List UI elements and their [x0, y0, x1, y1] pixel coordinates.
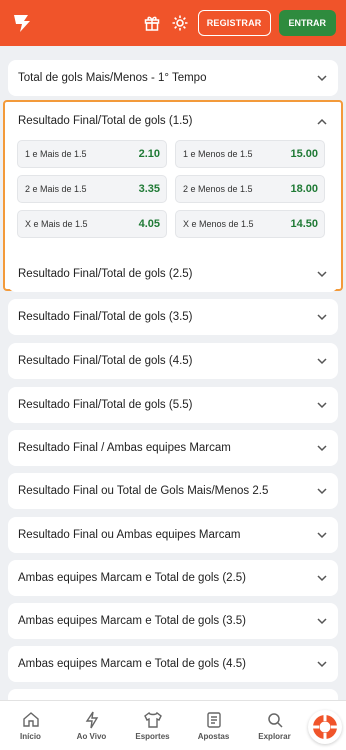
- nav-label: Esportes: [135, 731, 170, 741]
- odds-value: 15.00: [290, 148, 318, 160]
- chevron-down-icon: [316, 355, 328, 367]
- market-title: Ambas equipes Marcam e Total de gols (3.…: [18, 615, 246, 627]
- chevron-down-icon: [316, 615, 328, 627]
- chevron-down-icon: [316, 399, 328, 411]
- market-row-partial[interactable]: [8, 689, 338, 700]
- nav-label: Explorar: [258, 731, 291, 741]
- market-row[interactable]: Resultado Final/Total de gols (2.5): [8, 256, 338, 292]
- chevron-down-icon: [316, 311, 328, 323]
- help-icon[interactable]: [308, 710, 342, 744]
- market-row[interactable]: Ambas equipes Marcam e Total de gols (3.…: [8, 603, 338, 639]
- market-row[interactable]: Resultado Final/Total de gols (5.5): [8, 387, 338, 423]
- odds-grid: 1 e Mais de 1.5 2.10 1 e Menos de 1.5 15.0…: [5, 140, 341, 238]
- nav-label: Início: [20, 731, 41, 741]
- bottom-nav: Início Ao Vivo Esportes Apostas Explorar: [0, 700, 346, 750]
- market-title: Resultado Final ou Ambas equipes Marcam: [18, 529, 241, 541]
- odds-value: 3.35: [138, 183, 160, 195]
- chevron-up-icon: [316, 115, 328, 127]
- market-row[interactable]: Ambas equipes Marcam e Total de gols (4.…: [8, 646, 338, 682]
- odds-button[interactable]: 2 e Mais de 1.5 3.35: [17, 175, 167, 203]
- chevron-down-icon: [316, 442, 328, 454]
- market-title: Resultado Final/Total de gols (4.5): [18, 355, 193, 367]
- market-row[interactable]: Ambas equipes Marcam e Total de gols (2.…: [8, 560, 338, 596]
- chevron-down-icon: [316, 572, 328, 584]
- search-icon: [265, 711, 285, 729]
- nav-item-bets[interactable]: Apostas: [183, 701, 244, 750]
- odds-button[interactable]: X e Menos de 1.5 14.50: [175, 210, 325, 238]
- odds-label: 2 e Mais de 1.5: [25, 184, 87, 194]
- chevron-down-icon: [316, 268, 328, 280]
- gift-icon[interactable]: [142, 13, 162, 33]
- jersey-icon: [143, 711, 163, 729]
- gear-icon[interactable]: [170, 13, 190, 33]
- market-title: Ambas equipes Marcam e Total de gols (4.…: [18, 658, 246, 670]
- market-title: Resultado Final ou Total de Gols Mais/Me…: [18, 485, 269, 497]
- markets-list: Total de gols Mais/Menos - 1° Tempo Resu…: [0, 46, 346, 700]
- odds-value: 18.00: [290, 183, 318, 195]
- odds-label: 1 e Mais de 1.5: [25, 149, 87, 159]
- chevron-down-icon: [316, 485, 328, 497]
- nav-item-live[interactable]: Ao Vivo: [61, 701, 122, 750]
- odds-label: 2 e Menos de 1.5: [183, 184, 253, 194]
- odds-button[interactable]: 2 e Menos de 1.5 18.00: [175, 175, 325, 203]
- market-title: Total de gols Mais/Menos - 1° Tempo: [18, 72, 207, 84]
- odds-button[interactable]: 1 e Mais de 1.5 2.10: [17, 140, 167, 168]
- login-button[interactable]: ENTRAR: [278, 10, 336, 36]
- market-title: Resultado Final/Total de gols (5.5): [18, 399, 193, 411]
- odds-label: 1 e Menos de 1.5: [183, 149, 253, 159]
- odds-label: X e Mais de 1.5: [25, 219, 88, 229]
- odds-value: 14.50: [290, 218, 318, 230]
- market-title: Resultado Final/Total de gols (3.5): [18, 311, 193, 323]
- home-icon: [21, 711, 41, 729]
- market-title: Resultado Final / Ambas equipes Marcam: [18, 442, 231, 454]
- nav-label: Apostas: [197, 731, 230, 741]
- chevron-down-icon: [316, 658, 328, 670]
- market-row[interactable]: Resultado Final ou Ambas equipes Marcam: [8, 517, 338, 553]
- top-bar: REGISTRAR ENTRAR: [0, 0, 346, 46]
- odds-button[interactable]: X e Mais de 1.5 4.05: [17, 210, 167, 238]
- chevron-down-icon: [316, 529, 328, 541]
- nav-label: Ao Vivo: [76, 731, 107, 741]
- odds-value: 4.05: [138, 218, 160, 230]
- market-row[interactable]: Resultado Final ou Total de Gols Mais/Me…: [8, 473, 338, 509]
- logo-icon[interactable]: [10, 12, 36, 34]
- lightning-icon: [82, 711, 102, 729]
- nav-item-explore[interactable]: Explorar: [244, 701, 305, 750]
- expanded-market-header[interactable]: Resultado Final/Total de gols (1.5): [5, 102, 341, 140]
- market-title: Ambas equipes Marcam e Total de gols (2.…: [18, 572, 246, 584]
- market-row[interactable]: Total de gols Mais/Menos - 1° Tempo: [8, 60, 338, 96]
- market-row[interactable]: Resultado Final/Total de gols (3.5): [8, 299, 338, 335]
- odds-value: 2.10: [138, 148, 160, 160]
- register-button[interactable]: REGISTRAR: [197, 10, 271, 36]
- odds-label: X e Menos de 1.5: [183, 219, 254, 229]
- chevron-down-icon: [316, 72, 328, 84]
- market-title: Resultado Final/Total de gols (1.5): [18, 115, 193, 127]
- betslip-icon: [204, 711, 224, 729]
- market-title: Resultado Final/Total de gols (2.5): [18, 268, 193, 280]
- market-row[interactable]: Resultado Final / Ambas equipes Marcam: [8, 430, 338, 466]
- nav-item-home[interactable]: Início: [0, 701, 61, 750]
- market-row[interactable]: Resultado Final/Total de gols (4.5): [8, 343, 338, 379]
- nav-item-sports[interactable]: Esportes: [122, 701, 183, 750]
- odds-button[interactable]: 1 e Menos de 1.5 15.00: [175, 140, 325, 168]
